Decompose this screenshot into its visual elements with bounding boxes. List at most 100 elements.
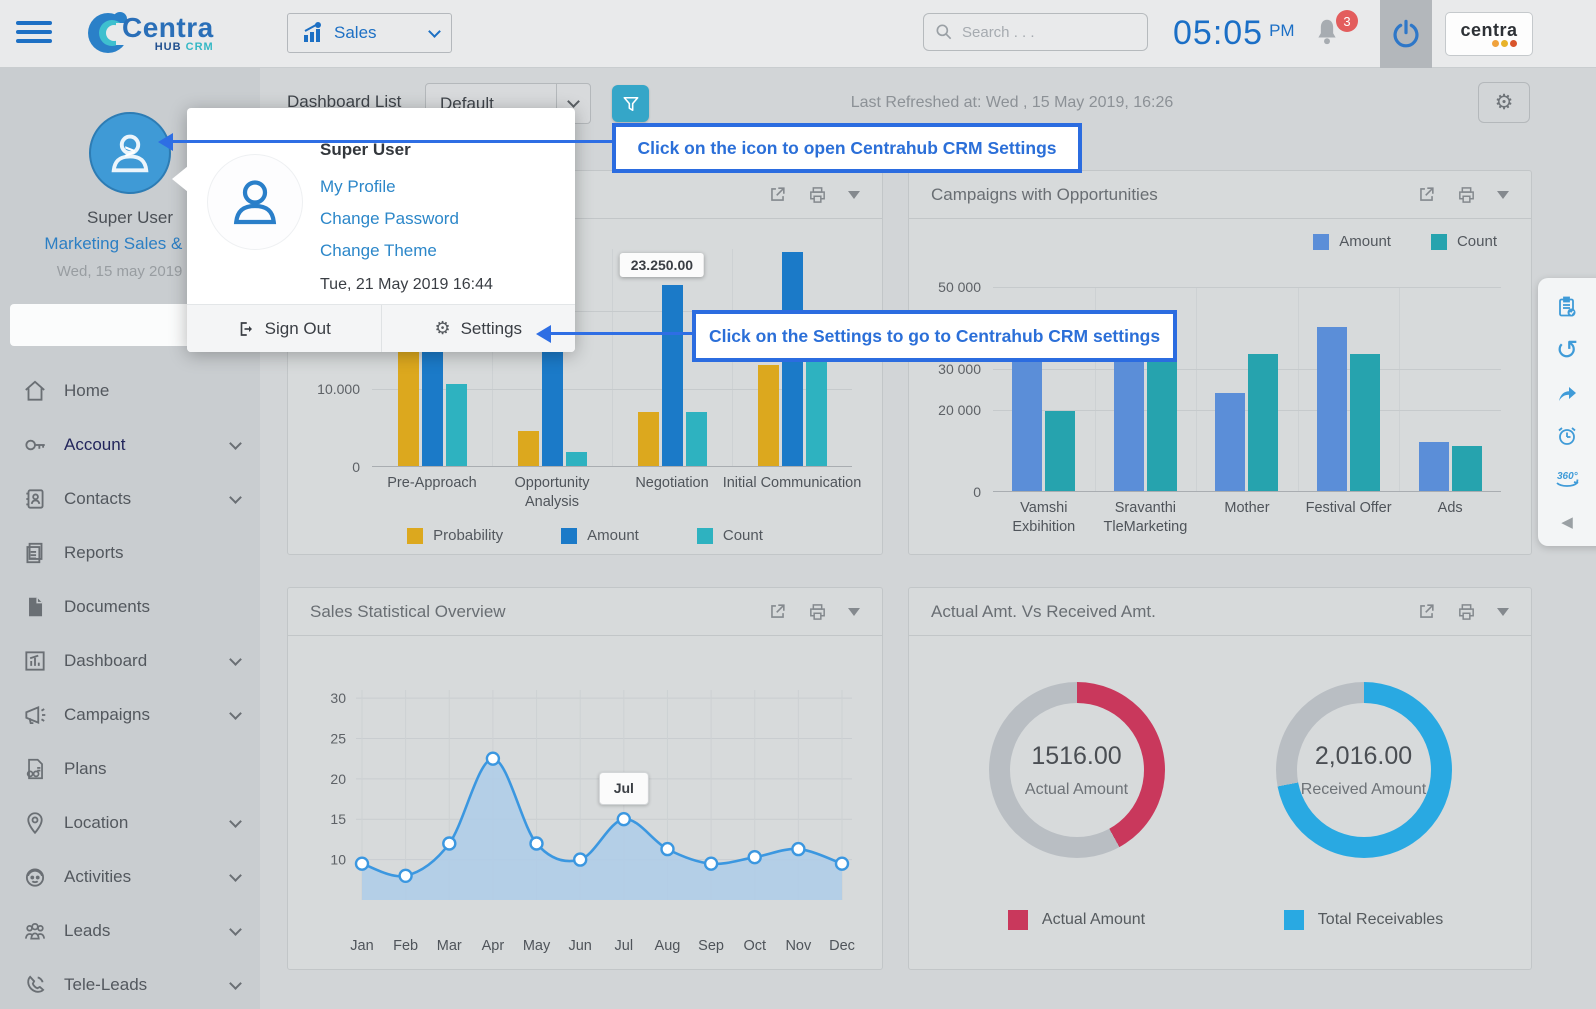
brand-logo-right: centra [1445, 12, 1533, 56]
history-icon[interactable]: ↺ [1552, 335, 1582, 365]
filter-button[interactable] [612, 85, 649, 122]
sidebar-item-tele-leads[interactable]: Tele-Leads [0, 958, 260, 1009]
documents-icon [22, 594, 48, 620]
person-icon [225, 172, 285, 232]
svg-text:Jan: Jan [350, 938, 373, 954]
gear-icon: ⚙ [1495, 92, 1514, 113]
export-icon[interactable] [768, 602, 787, 621]
settings-label: Settings [461, 319, 522, 339]
sidebar-item-activities[interactable]: Activities [0, 850, 260, 904]
chevron-down-icon [229, 491, 242, 504]
export-icon[interactable] [1417, 185, 1436, 204]
share-icon[interactable] [1552, 378, 1582, 408]
panel-menu-caret-icon[interactable] [1497, 191, 1509, 199]
bar-count [1045, 411, 1075, 491]
clock: 05:05 PM [1173, 14, 1295, 53]
donut-label: Actual Amount [1025, 781, 1128, 799]
chevron-down-icon [229, 869, 242, 882]
sidebar-item-reports[interactable]: Reports [0, 526, 260, 580]
sidebar-item-dashboard[interactable]: Dashboard [0, 634, 260, 688]
notifications-button[interactable]: 3 [1312, 16, 1354, 56]
module-selector[interactable]: Sales [287, 13, 452, 53]
sidebar-item-label: Home [64, 381, 109, 401]
bar-probability [398, 341, 419, 466]
sidebar-item-leads[interactable]: Leads [0, 904, 260, 958]
sidebar-item-label: Reports [64, 543, 124, 563]
user-popup: Super User My Profile Change Password Ch… [187, 108, 575, 352]
change-theme-link[interactable]: Change Theme [320, 241, 437, 261]
line-chart-tooltip: JulSales 20 [599, 772, 649, 805]
user-avatar[interactable]: > [89, 112, 171, 194]
sidebar-item-label: Leads [64, 921, 110, 941]
notification-badge: 3 [1336, 10, 1358, 32]
bar-count [446, 384, 467, 466]
tasks-icon[interactable] [1552, 292, 1582, 322]
svg-text:Jun: Jun [568, 938, 591, 954]
collapse-icon[interactable]: ◀ [1552, 507, 1582, 537]
sidebar-item-account[interactable]: Account [0, 418, 260, 472]
hamburger-menu-icon[interactable] [16, 21, 52, 47]
360-icon[interactable]: 360° [1552, 464, 1582, 494]
chevron-down-icon [229, 977, 242, 990]
print-icon[interactable] [1456, 185, 1477, 205]
sign-out-button[interactable]: Sign Out [187, 305, 381, 352]
sales-line-chart: 3025201510JanFebMarAprMayJunJulAugSepOct… [312, 648, 858, 965]
svg-text:360°: 360° [1557, 471, 1579, 482]
panel-actual-vs-received: Actual Amt. Vs Received Amt. 1516.00Actu… [908, 587, 1532, 970]
search-box[interactable] [923, 13, 1148, 51]
alarm-icon[interactable] [1552, 421, 1582, 451]
y-axis-tick: 0 [352, 459, 360, 475]
sidebar-item-location[interactable]: Location [0, 796, 260, 850]
change-password-link[interactable]: Change Password [320, 209, 459, 229]
sidebar-item-label: Documents [64, 597, 150, 617]
svg-text:10: 10 [330, 852, 346, 868]
export-icon[interactable] [768, 185, 787, 204]
dashboard-settings-button[interactable]: ⚙ [1478, 82, 1530, 123]
chevron-down-icon [229, 707, 242, 720]
panel3-title: Sales Statistical Overview [310, 602, 506, 622]
sidebar-item-documents[interactable]: Documents [0, 580, 260, 634]
panel-menu-caret-icon[interactable] [848, 608, 860, 616]
print-icon[interactable] [807, 602, 828, 622]
svg-text:Oct: Oct [743, 938, 766, 954]
bar-count [1452, 446, 1482, 491]
avatar-expand-chevron-icon: > [124, 142, 135, 164]
bar-amount [1419, 442, 1449, 491]
print-icon[interactable] [807, 185, 828, 205]
contacts-icon [22, 486, 48, 512]
y-axis-tick: 0 [973, 484, 981, 500]
people-icon [22, 918, 48, 944]
my-profile-link[interactable]: My Profile [320, 177, 396, 197]
export-icon[interactable] [1417, 602, 1436, 621]
sales-chart-icon [300, 21, 324, 45]
power-button[interactable] [1380, 0, 1432, 68]
panel-menu-caret-icon[interactable] [1497, 608, 1509, 616]
donut-received-amount: 2,016.00Received AmountTotal Receivables [1220, 682, 1507, 930]
y-axis-tick: 10.000 [317, 381, 360, 397]
funnel-icon [621, 94, 641, 114]
print-icon[interactable] [1456, 602, 1477, 622]
logo-sub-crm: CRM [186, 41, 214, 53]
sidebar-quick-box[interactable] [10, 304, 216, 346]
search-icon [934, 22, 954, 42]
sidebar-item-plans[interactable]: Plans [0, 742, 260, 796]
gear-icon: ⚙ [434, 320, 450, 338]
sidebar-item-campaigns[interactable]: Campaigns [0, 688, 260, 742]
panel-menu-caret-icon[interactable] [848, 191, 860, 199]
popup-pointer [172, 166, 188, 192]
search-input[interactable] [962, 24, 1122, 41]
sidebar-item-contacts[interactable]: Contacts [0, 472, 260, 526]
sidebar-item-home[interactable]: Home [0, 364, 260, 418]
panel4-title: Actual Amt. Vs Received Amt. [931, 602, 1156, 622]
plans-icon [22, 756, 48, 782]
last-refreshed-text: Last Refreshed at: Wed , 15 May 2019, 16… [767, 94, 1257, 112]
bar-count [566, 452, 587, 466]
home-icon [22, 378, 48, 404]
phone-icon [22, 972, 48, 998]
logo-sub-hub: HUB [155, 41, 182, 53]
donut-legend: Total Receivables [1284, 910, 1443, 930]
sidebar-item-label: Location [64, 813, 128, 833]
popup-avatar [207, 154, 303, 250]
chevron-down-icon [229, 653, 242, 666]
chevron-down-icon [229, 923, 242, 936]
